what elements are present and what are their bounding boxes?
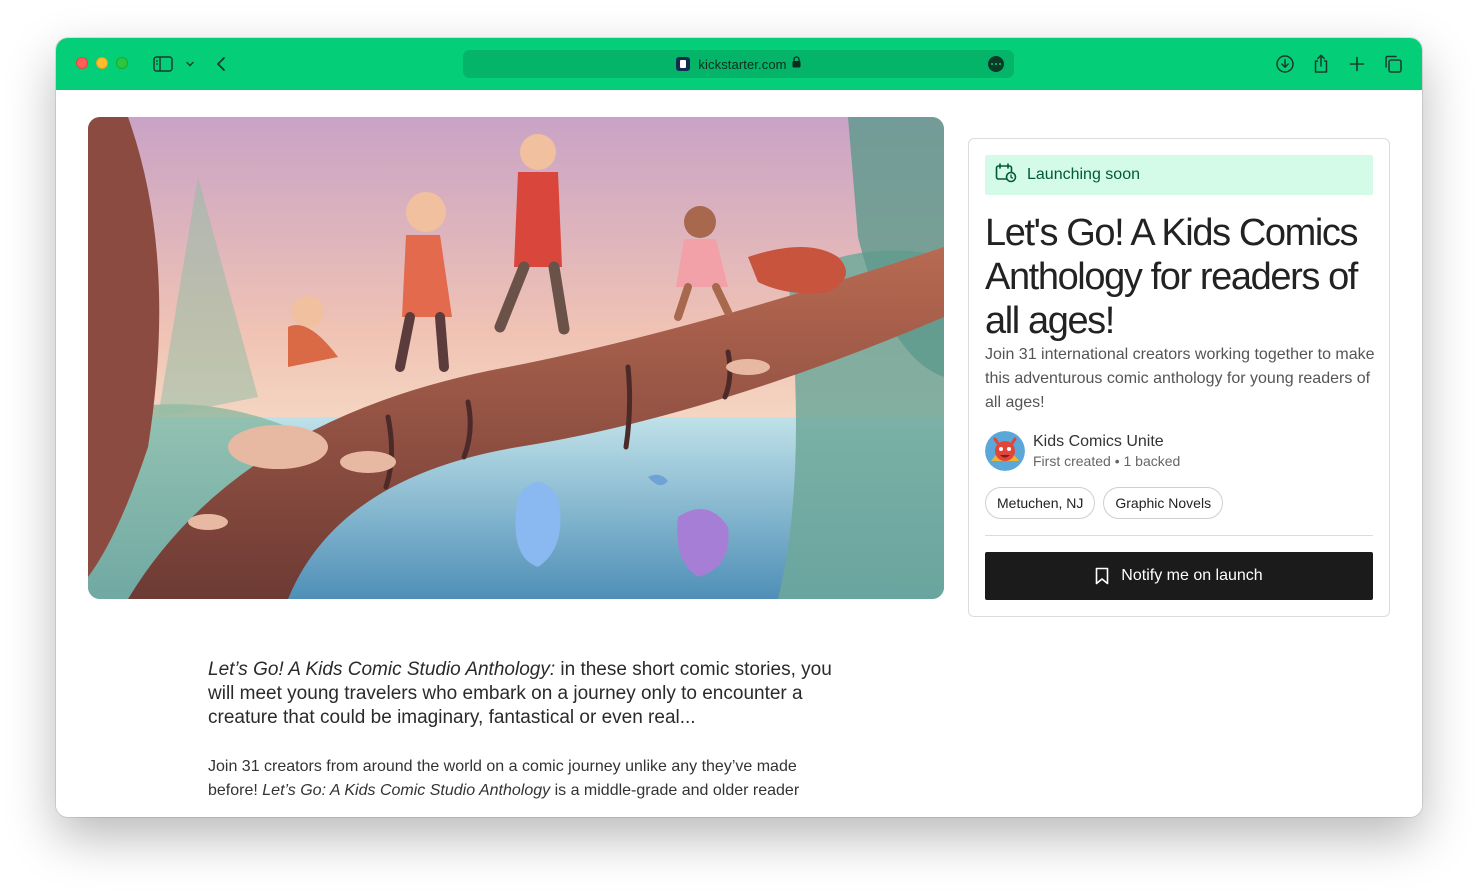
- story-lead-title: Let’s Go! A Kids Comic Studio Anthology:: [208, 659, 556, 680]
- creator-avatar[interactable]: [985, 431, 1025, 471]
- launching-soon-badge: Launching soon: [985, 155, 1373, 195]
- creator-name[interactable]: Kids Comics Unite: [1033, 433, 1164, 451]
- story-paragraph-title: Let’s Go: A Kids Comic Studio Anthology: [262, 782, 551, 799]
- location-tag[interactable]: Metuchen, NJ: [985, 487, 1096, 519]
- lock-icon: [792, 55, 801, 73]
- project-blurb: Join 31 international creators working t…: [985, 346, 1375, 411]
- downloads-icon[interactable]: [1273, 52, 1297, 76]
- story-paragraph: Join 31 creators from around the world o…: [208, 755, 848, 803]
- page-menu-icon[interactable]: [988, 56, 1004, 72]
- url-text: kickstarter.com: [698, 56, 787, 72]
- minimize-window-button[interactable]: [96, 57, 108, 69]
- calendar-clock-icon: [995, 162, 1017, 188]
- page-content: Launching soon Let's Go! A Kids Comics A…: [56, 90, 1422, 817]
- close-window-button[interactable]: [76, 57, 88, 69]
- badge-label: Launching soon: [1027, 166, 1140, 183]
- tab-overview-icon[interactable]: [1381, 52, 1405, 76]
- address-bar[interactable]: kickstarter.com: [463, 50, 1014, 78]
- new-tab-icon[interactable]: [1345, 52, 1369, 76]
- project-story: Let’s Go! A Kids Comic Studio Anthology:…: [208, 658, 848, 803]
- project-tags: Metuchen, NJ Graphic Novels: [985, 487, 1224, 519]
- browser-toolbar: kickstarter.com: [56, 38, 1422, 90]
- notify-me-button[interactable]: Notify me on launch: [985, 552, 1373, 600]
- zoom-window-button[interactable]: [116, 57, 128, 69]
- project-hero-image[interactable]: [88, 117, 944, 599]
- card-divider: [985, 535, 1373, 536]
- back-icon[interactable]: [209, 52, 233, 76]
- sidebar-toggle-icon[interactable]: [151, 52, 175, 76]
- story-lead: Let’s Go! A Kids Comic Studio Anthology:…: [208, 658, 848, 730]
- chevron-down-icon[interactable]: [178, 52, 202, 76]
- share-icon[interactable]: [1309, 52, 1333, 76]
- browser-window: kickstarter.com Launching soon Let's Go!…: [56, 38, 1422, 817]
- creator-info[interactable]: Kids Comics Unite First created • 1 back…: [985, 431, 1375, 471]
- bookmark-icon: [1095, 567, 1109, 585]
- notify-button-label: Notify me on launch: [1121, 567, 1263, 584]
- project-title: Let's Go! A Kids Comics Anthology for re…: [985, 212, 1359, 342]
- project-summary-card: Launching soon Let's Go! A Kids Comics A…: [968, 138, 1390, 617]
- category-tag[interactable]: Graphic Novels: [1103, 487, 1224, 519]
- creator-meta: First created • 1 backed: [1033, 453, 1181, 469]
- story-paragraph-end: is a middle-grade and older reader: [550, 782, 800, 799]
- site-favicon-icon: [676, 57, 691, 71]
